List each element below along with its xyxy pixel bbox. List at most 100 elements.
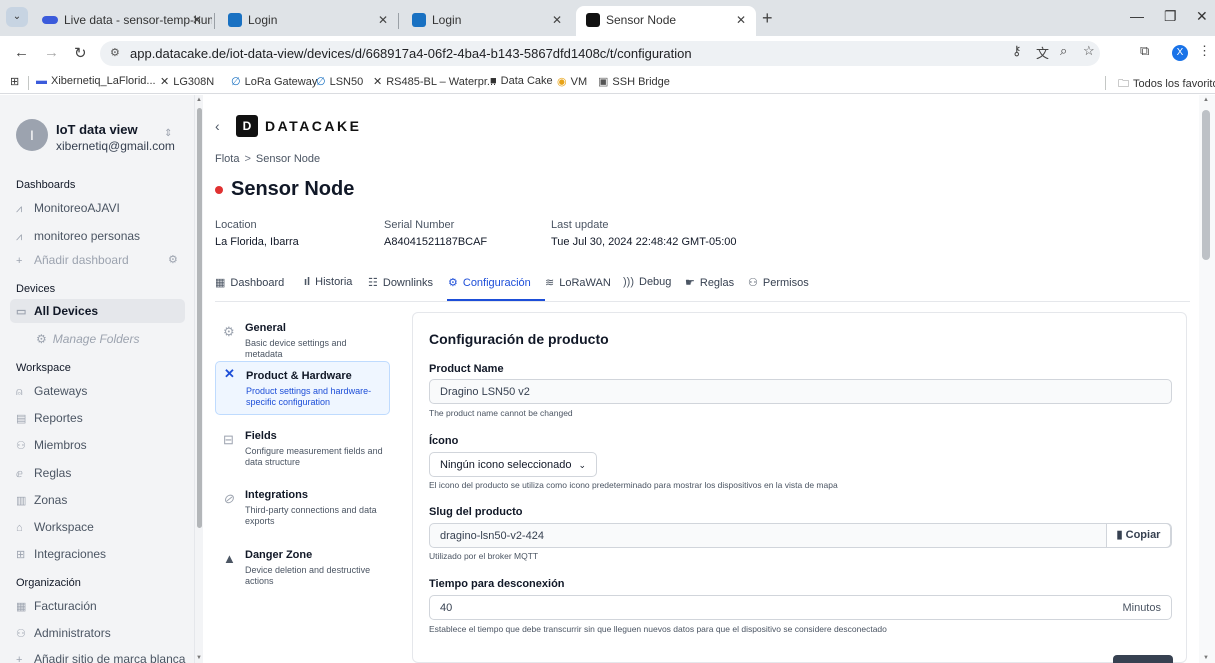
scroll-down-icon[interactable]: ▼ <box>196 655 202 661</box>
settings-nav-general[interactable]: ⚙ General Basic device settings and meta… <box>215 320 390 359</box>
bookmark-rs485[interactable]: ✕ RS485-BL – Waterpr... <box>373 75 496 88</box>
bookmark-label: Xibernetiq_LaFlorid... <box>51 75 156 87</box>
tab-label: LoRaWAN <box>559 277 611 289</box>
gear-icon: ⚙ <box>448 277 458 289</box>
bookmark-xibernetiq[interactable]: ▬ Xibernetiq_LaFlorid... <box>36 75 156 87</box>
settings-nav-product-hardware[interactable]: ✕ Product & Hardware Product settings an… <box>215 361 390 415</box>
sidebar-item-label: Reportes <box>34 411 83 425</box>
sidebar-item-miembros[interactable]: ⚇ Miembros <box>16 438 87 452</box>
more-icon[interactable]: ⋮ <box>1198 43 1211 59</box>
page-scrollbar-thumb[interactable] <box>1202 110 1210 260</box>
sidebar-item-integraciones[interactable]: ⊞ Integraciones <box>16 547 106 561</box>
document-icon: ▤ <box>16 413 27 425</box>
close-window-icon[interactable]: ✕ <box>1196 8 1208 25</box>
login-favicon <box>228 13 242 27</box>
star-icon[interactable]: ☆ <box>1083 43 1095 59</box>
tab-label: Permisos <box>762 277 809 289</box>
profile-avatar[interactable]: X <box>1172 45 1188 61</box>
scroll-up-icon[interactable]: ▲ <box>1203 97 1209 103</box>
bookmark-data-cake[interactable]: ■ Data Cake <box>490 75 553 87</box>
close-icon[interactable]: ✕ <box>378 6 388 34</box>
plus-icon: + <box>16 654 23 663</box>
browser-tab-live-data[interactable]: Live data - sensor-temp-humed ✕ <box>32 6 212 36</box>
close-icon[interactable]: ✕ <box>736 6 746 34</box>
product-name-field[interactable]: Dragino LSN50 v2 <box>429 379 1172 404</box>
sidebar-item-monitoreoajavi[interactable]: ⩘ MonitoreoAJAVI <box>16 201 120 216</box>
sidebar-item-workspace[interactable]: ⌂ Workspace <box>16 520 94 534</box>
timeout-unit: Minutos <box>1122 602 1161 614</box>
sidebar-item-all-devices[interactable]: ▭ All Devices <box>10 299 185 323</box>
key-icon[interactable]: ⚷ <box>1012 43 1022 59</box>
product-name-label: Product Name <box>429 363 504 375</box>
scroll-down-icon[interactable]: ▼ <box>1203 655 1209 661</box>
save-button[interactable] <box>1113 655 1173 663</box>
timeout-value: 40 <box>440 602 453 614</box>
bookmark-label: LG308N <box>173 76 215 88</box>
tab-divider <box>214 13 215 29</box>
avatar: I <box>16 119 48 151</box>
sidebar-item-reglas[interactable]: ⅇ Reglas <box>16 466 71 480</box>
breadcrumb-flota[interactable]: Flota <box>215 153 239 165</box>
sidebar-item-monitoreo-personas[interactable]: ⩘ monitoreo personas <box>16 229 140 244</box>
timeout-label: Tiempo para desconexión <box>429 578 565 590</box>
sidebar-item-gateways[interactable]: ⍝ Gateways <box>16 384 87 399</box>
account-switcher[interactable]: I IoT data view xibernetiq@gmail.com ⇕ <box>6 110 186 160</box>
bookmark-lora-gateway[interactable]: ∅ LoRa Gateway <box>231 75 317 88</box>
url-field[interactable]: ⚙ app.datacake.de/iot-data-view/devices/… <box>100 41 1100 66</box>
location-label: Location <box>215 219 257 231</box>
tab-configuracion[interactable]: ⚙ Configuración <box>448 276 531 289</box>
translate-icon[interactable]: 文 <box>1036 43 1049 62</box>
tab-search-button[interactable]: ⌄ <box>6 7 28 27</box>
sidebar-item-white-label[interactable]: + Añadir sitio de marca blanca <box>16 652 185 663</box>
sidebar-item-zonas[interactable]: ▥ Zonas <box>16 493 67 507</box>
tab-dashboard[interactable]: ▦ Dashboard <box>215 276 284 289</box>
settings-nav-danger-zone[interactable]: ▲ Danger Zone Device deletion and destru… <box>215 547 390 591</box>
gear-icon[interactable]: ⚙ <box>168 253 178 266</box>
tab-label: Reglas <box>699 277 735 289</box>
zoom-icon[interactable]: ⌕ <box>1060 43 1067 59</box>
minimize-icon[interactable]: — <box>1130 8 1144 24</box>
bookmark-vm[interactable]: ◉ VM <box>557 75 587 88</box>
icon-select[interactable]: Ningún icono seleccionado ⌄ <box>429 452 598 477</box>
sidebar-scrollbar-thumb[interactable] <box>197 108 202 528</box>
settings-nav-fields[interactable]: ⊟ Fields Configure measurement fields an… <box>215 428 390 472</box>
slug-field[interactable]: dragino-lsn50-v2-424 ▮ Copiar <box>429 523 1172 548</box>
new-tab-button[interactable]: + <box>762 8 773 29</box>
site-info-icon[interactable]: ⚙ <box>110 46 120 59</box>
forward-icon[interactable]: → <box>44 44 59 61</box>
home-icon: ⌂ <box>16 522 23 534</box>
tab-debug[interactable]: ))) Debug <box>623 276 671 288</box>
dashboards-heading: Dashboards <box>16 179 76 191</box>
tab-lorawan[interactable]: ≋ LoRaWAN <box>545 276 611 289</box>
apps-icon[interactable]: ⊞ <box>10 75 19 88</box>
bookmark-lsn50[interactable]: ∅ LSN50 <box>316 75 363 88</box>
browser-tab-sensor-node[interactable]: Sensor Node ✕ <box>576 6 756 36</box>
sidebar-item-facturacion[interactable]: ▦ Facturación <box>16 599 97 613</box>
back-chevron-icon[interactable]: ‹ <box>215 118 220 134</box>
tab-historia[interactable]: ıl Historia <box>304 276 352 288</box>
copy-button[interactable]: ▮ Copiar <box>1106 523 1171 548</box>
all-bookmarks-folder[interactable]: 🗀 Todos los favoritos <box>1118 75 1215 94</box>
restore-icon[interactable]: ❐ <box>1164 8 1177 25</box>
settings-nav-desc: Configure measurement fields and data st… <box>245 446 383 467</box>
reload-icon[interactable]: ↻ <box>74 44 87 62</box>
scroll-up-icon[interactable]: ▲ <box>196 97 202 103</box>
manage-folders-link[interactable]: ⚙ Manage Folders <box>36 332 139 346</box>
browser-tab-login-1[interactable]: Login ✕ <box>218 6 398 36</box>
tab-reglas[interactable]: ☛ Reglas <box>685 276 734 289</box>
browser-tab-login-2[interactable]: Login ✕ <box>402 6 572 36</box>
sidebar-item-administrators[interactable]: ⚇ Administrators <box>16 626 111 640</box>
tab-downlinks[interactable]: ☷ Downlinks <box>368 276 433 289</box>
tab-permisos[interactable]: ⚇ Permisos <box>748 276 809 289</box>
sidebar-item-reportes[interactable]: ▤ Reportes <box>16 411 83 425</box>
close-icon[interactable]: ✕ <box>192 6 202 34</box>
bookmark-icon: ▬ <box>36 75 47 87</box>
bookmark-lg308n[interactable]: ✕ LG308N <box>160 75 214 88</box>
timeout-field[interactable]: 40 Minutos <box>429 595 1172 620</box>
settings-nav-integrations[interactable]: ⊘ Integrations Third-party connections a… <box>215 487 390 531</box>
back-icon[interactable]: ← <box>14 44 29 61</box>
bookmark-ssh-bridge[interactable]: ▣ SSH Bridge <box>598 75 670 88</box>
add-dashboard-button[interactable]: + Añadir dashboard <box>16 253 129 267</box>
extensions-icon[interactable]: ⧉ <box>1140 43 1149 59</box>
close-icon[interactable]: ✕ <box>552 6 562 34</box>
